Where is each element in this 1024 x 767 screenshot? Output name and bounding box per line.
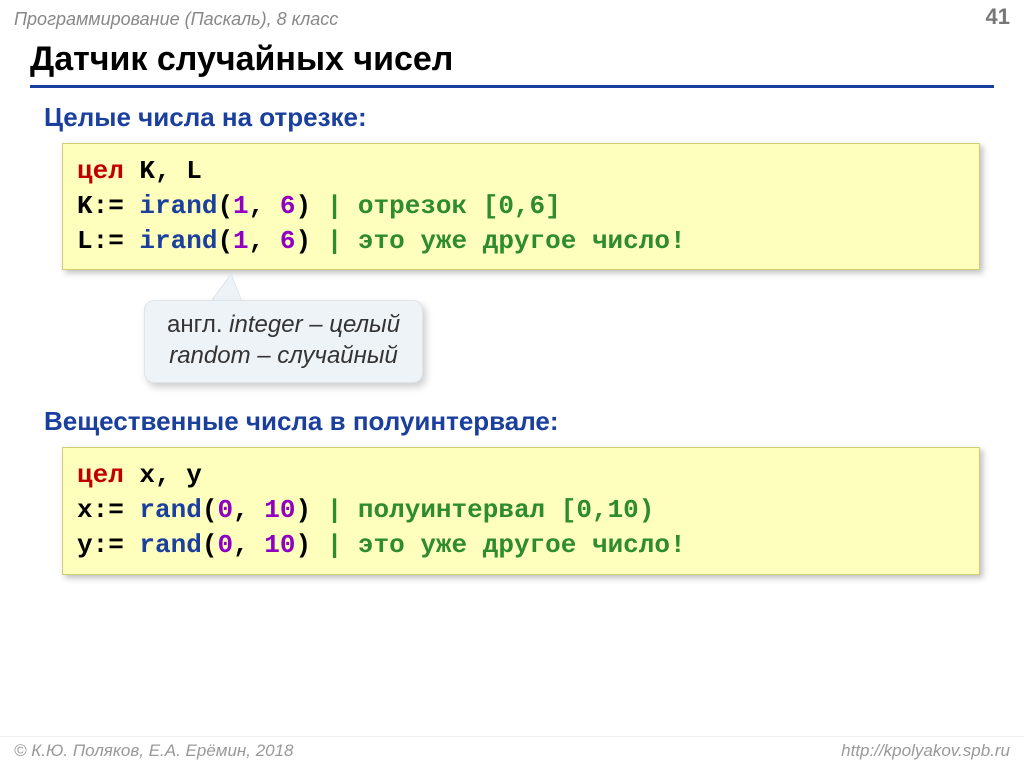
course-label: Программирование (Паскаль), 8 класс — [14, 9, 338, 30]
keyword: цел — [77, 156, 124, 186]
code-text: ) — [296, 495, 327, 525]
page-number: 41 — [986, 4, 1010, 30]
footer-url: http://kpolyakov.spb.ru — [841, 741, 1010, 761]
function-name: irand — [139, 226, 217, 256]
function-name: rand — [139, 495, 201, 525]
code-text: ) — [295, 191, 326, 221]
callout-wrap: англ. integer – целый random – случайный — [44, 278, 980, 398]
note-line: random – случайный — [167, 340, 400, 371]
callout-note: англ. integer – целый random – случайный — [144, 300, 423, 382]
content-area: Целые числа на отрезке: цел K, L K:= ira… — [0, 88, 1024, 736]
code-text: , — [249, 191, 280, 221]
code-text: x:= — [77, 495, 139, 525]
comment: | отрезок [0,6] — [327, 191, 561, 221]
function-name: rand — [139, 530, 201, 560]
code-text: ( — [202, 495, 218, 525]
code-text: L:= — [77, 226, 139, 256]
code-text: , — [249, 226, 280, 256]
code-text: K, L — [124, 156, 202, 186]
keyword: цел — [77, 460, 124, 490]
code-text: ( — [217, 191, 233, 221]
number: 6 — [280, 191, 296, 221]
code-text: y:= — [77, 530, 139, 560]
comment: | это уже другое число! — [327, 226, 686, 256]
code-text: ( — [217, 226, 233, 256]
comment: | полуинтервал [0,10) — [327, 495, 655, 525]
code-text: , — [233, 530, 264, 560]
code-text: , — [233, 495, 264, 525]
code-text: ( — [202, 530, 218, 560]
code-text: K:= — [77, 191, 139, 221]
note-italic: random — [169, 342, 250, 369]
number: 0 — [217, 495, 233, 525]
number: 1 — [233, 226, 249, 256]
slide-title: Датчик случайных чисел — [30, 40, 994, 88]
page-footer: © К.Ю. Поляков, Е.А. Ерёмин, 2018 http:/… — [0, 736, 1024, 767]
note-text: – случайный — [251, 342, 398, 369]
note-text: англ. — [167, 311, 229, 338]
function-name: irand — [139, 191, 217, 221]
number: 6 — [280, 226, 296, 256]
number: 1 — [233, 191, 249, 221]
code-line: y:= rand(0, 10) | это уже другое число! — [77, 528, 965, 563]
code-text: ) — [295, 226, 326, 256]
code-block-2: цел x, y x:= rand(0, 10) | полуинтервал … — [62, 447, 980, 574]
code-line: L:= irand(1, 6) | это уже другое число! — [77, 224, 965, 259]
number: 10 — [264, 530, 295, 560]
code-line: цел x, y — [77, 458, 965, 493]
code-line: K:= irand(1, 6) | отрезок [0,6] — [77, 189, 965, 224]
comment: | это уже другое число! — [327, 530, 686, 560]
number: 10 — [264, 495, 295, 525]
code-line: цел K, L — [77, 154, 965, 189]
code-block-1: цел K, L K:= irand(1, 6) | отрезок [0,6]… — [62, 143, 980, 270]
section2-heading: Вещественные числа в полуинтервале: — [44, 406, 980, 437]
note-line: англ. integer – целый — [167, 309, 400, 340]
code-text: x, y — [124, 460, 202, 490]
number: 0 — [217, 530, 233, 560]
section1-heading: Целые числа на отрезке: — [44, 102, 980, 133]
note-italic: integer — [229, 311, 302, 338]
copyright: © К.Ю. Поляков, Е.А. Ерёмин, 2018 — [14, 741, 294, 761]
code-text: ) — [296, 530, 327, 560]
page-header: Программирование (Паскаль), 8 класс 41 — [0, 0, 1024, 32]
code-line: x:= rand(0, 10) | полуинтервал [0,10) — [77, 493, 965, 528]
note-text: – целый — [303, 311, 401, 338]
